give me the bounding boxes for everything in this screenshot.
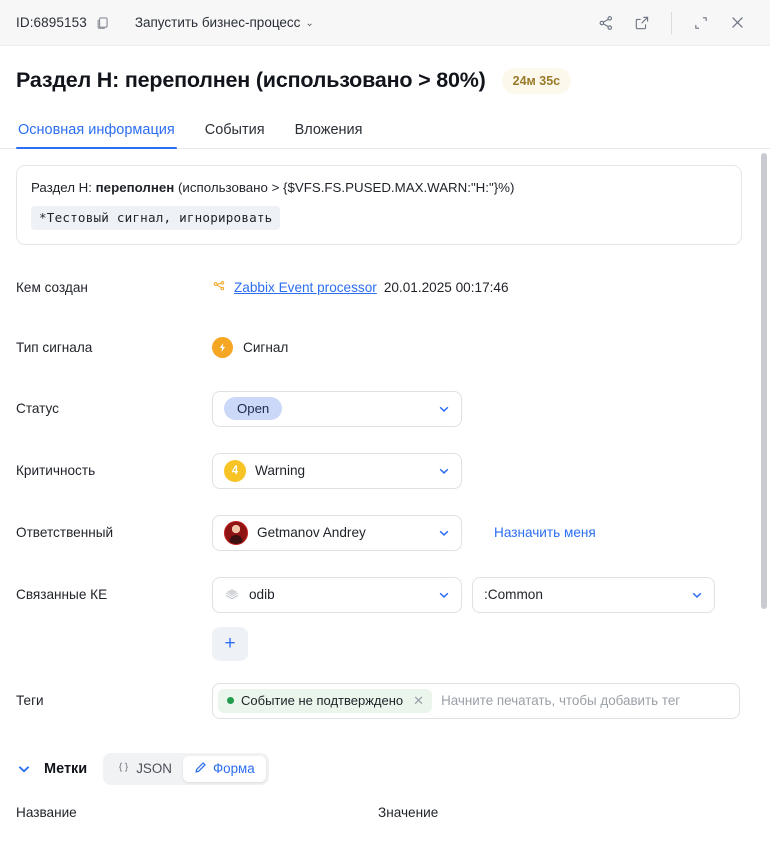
add-linked-ci-button[interactable]: +: [212, 627, 248, 661]
criticality-value: 4 Warning: [212, 453, 742, 489]
chevron-down-icon: [682, 588, 704, 602]
tags-field[interactable]: Событие не подтверждено ✕: [212, 683, 740, 719]
description-bold: переполнен: [96, 180, 175, 195]
signal-type-chip: Сигнал: [212, 337, 288, 358]
run-business-process-button[interactable]: Запустить бизнес-процесс ⌄: [135, 15, 314, 30]
tags-value: Событие не подтверждено ✕: [212, 683, 742, 719]
labels-table-header: Название Значение: [16, 805, 742, 820]
scrollbar-thumb[interactable]: [761, 153, 767, 609]
bot-icon: [212, 279, 227, 297]
labels-section-header: Метки JSON: [16, 753, 742, 785]
collapse-icon[interactable]: [686, 8, 716, 38]
vertical-scrollbar[interactable]: [760, 149, 768, 827]
criticality-label: Критичность: [16, 463, 212, 478]
tab-attachments[interactable]: Вложения: [293, 116, 365, 148]
assignee-name: Getmanov Andrey: [257, 525, 366, 540]
field-row-created-by: Кем создан Zabbix Event processor 20.01.…: [16, 271, 742, 305]
top-bar: ID:6895153 Запустить бизнес-процесс ⌄: [0, 0, 770, 46]
tab-main-info[interactable]: Основная информация: [16, 116, 177, 148]
chevron-down-icon[interactable]: [16, 761, 32, 777]
page-title: Раздел H: переполнен (использовано > 80%…: [16, 68, 486, 94]
content: Раздел H: переполнен (использовано > {$V…: [0, 149, 770, 827]
criticality-select[interactable]: 4 Warning: [212, 453, 462, 489]
linked-ci-select-primary[interactable]: odib: [212, 577, 462, 613]
record-id: ID:6895153: [16, 15, 87, 30]
close-icon[interactable]: [722, 8, 752, 38]
tab-events[interactable]: События: [203, 116, 267, 148]
assign-to-me-link[interactable]: Назначить меня: [494, 525, 596, 540]
status-value: Open: [212, 391, 742, 427]
lightning-bolt-icon: [212, 337, 233, 358]
linked-ci-primary-text: odib: [249, 587, 275, 602]
assignee-select[interactable]: Getmanov Andrey: [212, 515, 462, 551]
tab-bar: Основная информация События Вложения: [0, 116, 770, 149]
description-text: Раздел H: переполнен (использовано > {$V…: [31, 178, 727, 198]
copy-icon[interactable]: [91, 12, 113, 34]
chevron-down-icon: [429, 526, 451, 540]
chevron-down-icon: ⌄: [305, 18, 313, 29]
tag-remove-icon[interactable]: ✕: [410, 693, 427, 709]
field-row-assignee: Ответственный Getmanov Andrey Назначить …: [16, 515, 742, 551]
field-row-tags: Теги Событие не подтверждено ✕: [16, 683, 742, 719]
signal-card-window: ID:6895153 Запустить бизнес-процесс ⌄: [0, 0, 770, 846]
field-row-criticality: Критичность 4 Warning: [16, 453, 742, 489]
pencil-icon: [194, 761, 207, 777]
created-by-label: Кем создан: [16, 280, 212, 295]
signal-type-text: Сигнал: [243, 340, 288, 355]
tag-input[interactable]: [432, 693, 733, 708]
tag-status-dot-icon: [227, 697, 234, 704]
assignee-value: Getmanov Andrey Назначить меня: [212, 515, 742, 551]
labels-section-title: Метки: [44, 761, 87, 777]
chevron-down-icon: [429, 464, 451, 478]
top-bar-actions: [591, 8, 752, 38]
status-select[interactable]: Open: [212, 391, 462, 427]
run-business-process-label: Запустить бизнес-процесс: [135, 15, 301, 30]
chevron-down-icon: [429, 588, 451, 602]
created-by-value: Zabbix Event processor 20.01.2025 00:17:…: [212, 279, 742, 297]
criticality-text: Warning: [255, 463, 305, 478]
title-row: Раздел H: переполнен (использовано > 80%…: [0, 46, 770, 94]
tags-label: Теги: [16, 693, 212, 708]
open-external-icon[interactable]: [627, 8, 657, 38]
labels-json-tab-label: JSON: [136, 761, 172, 776]
field-row-linked-ci: Связанные КЕ odib: [16, 577, 742, 613]
linked-ci-label: Связанные КЕ: [16, 587, 212, 602]
tag-chip: Событие не подтверждено ✕: [218, 689, 432, 713]
linked-ci-select-secondary[interactable]: :Common: [472, 577, 715, 613]
linked-ci-value: odib :Common: [212, 577, 742, 613]
linked-ci-secondary-text: :Common: [484, 587, 543, 602]
labels-view-toggle: JSON Форма: [103, 753, 268, 785]
layers-icon: [224, 587, 240, 603]
avatar: [224, 521, 248, 545]
severity-number-badge: 4: [224, 460, 246, 482]
signal-type-label: Тип сигнала: [16, 340, 212, 355]
tag-chip-label: Событие не подтверждено: [241, 693, 403, 708]
labels-col-name-header: Название: [16, 805, 378, 820]
description-prefix: Раздел H:: [31, 180, 96, 195]
chevron-down-icon: [429, 402, 451, 416]
field-row-signal-type: Тип сигнала Сигнал: [16, 331, 742, 365]
description-suffix: (использовано > {$VFS.FS.PUSED.MAX.WARN:…: [174, 180, 514, 195]
labels-json-tab[interactable]: JSON: [106, 756, 183, 782]
braces-icon: [117, 761, 130, 777]
status-label: Статус: [16, 401, 212, 416]
status-badge: Open: [224, 397, 282, 420]
description-code-note: *Тестовый сигнал, игнорировать: [31, 206, 280, 230]
content-scroll-area: Раздел H: переполнен (использовано > {$V…: [0, 149, 770, 827]
creator-line: Zabbix Event processor 20.01.2025 00:17:…: [212, 279, 509, 297]
labels-col-value-header: Значение: [378, 805, 438, 820]
creator-link[interactable]: Zabbix Event processor: [234, 280, 377, 295]
toolbar-divider: [671, 12, 672, 34]
labels-form-tab-label: Форма: [213, 761, 255, 776]
signal-type-value: Сигнал: [212, 337, 742, 358]
creator-date: 20.01.2025 00:17:46: [384, 280, 509, 295]
share-icon[interactable]: [591, 8, 621, 38]
timer-badge: 24м 35с: [502, 68, 571, 94]
field-row-status: Статус Open: [16, 391, 742, 427]
assignee-label: Ответственный: [16, 525, 212, 540]
labels-form-tab[interactable]: Форма: [183, 756, 266, 782]
description-card: Раздел H: переполнен (использовано > {$V…: [16, 165, 742, 245]
